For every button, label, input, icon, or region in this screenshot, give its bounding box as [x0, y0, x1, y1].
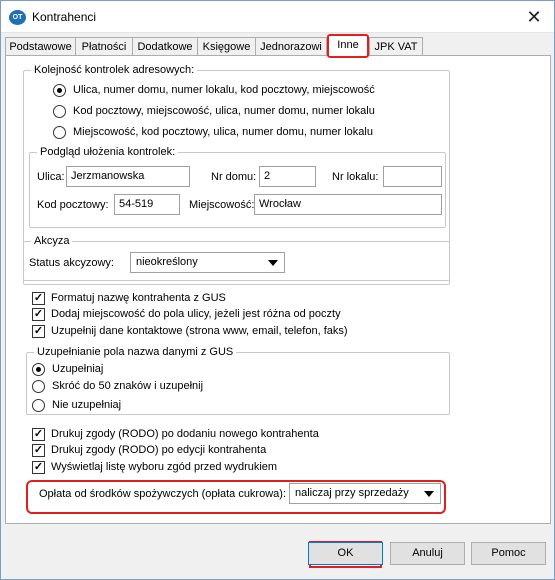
ok-button[interactable]: OK [308, 542, 383, 565]
address-order-legend: Kolejność kontrolek adresowych: [31, 63, 198, 77]
checkbox-consent-list[interactable]: ✓ Wyświetlaj listę wyboru zgód przed wyd… [32, 459, 277, 475]
checkbox-label: Wyświetlaj listę wyboru zgód przed wydru… [51, 461, 278, 473]
checkmark-icon: ✓ [32, 443, 45, 457]
checkbox-label: Drukuj zgody (RODO) po dodaniu nowego ko… [51, 428, 319, 440]
help-button[interactable]: Pomoc [471, 542, 546, 565]
checkbox-rodo-after-add[interactable]: ✓ Drukuj zgody (RODO) po dodaniu nowego … [32, 426, 319, 442]
checkmark-icon: ✓ [32, 460, 45, 474]
radio-label: Uzupełniaj [52, 363, 104, 375]
checkbox-label: Uzupełnij dane kontaktowe (strona www, e… [51, 325, 348, 337]
postcode-field[interactable]: 54-519 [114, 194, 180, 215]
checkmark-icon: ✓ [32, 324, 45, 338]
checkbox-fill-contact-data[interactable]: ✓ Uzupełnij dane kontaktowe (strona www,… [32, 323, 348, 339]
title-bar: OT Kontrahenci ✕ [1, 1, 554, 33]
checkmark-icon: ✓ [32, 307, 45, 321]
checkmark-icon: ✓ [32, 291, 45, 305]
tab-platnosci[interactable]: Płatności [75, 37, 133, 56]
radio-gus-shorten[interactable]: Skróć do 50 znaków i uzupełnij [32, 378, 203, 394]
tab-strip: Podstawowe Płatności Dodatkowe Księgowe … [5, 34, 555, 58]
checkbox-label: Formatuj nazwę kontrahenta z GUS [51, 292, 226, 304]
tab-dodatkowe[interactable]: Dodatkowe [132, 37, 198, 56]
radio-empty-icon [53, 125, 66, 139]
close-icon[interactable]: ✕ [522, 5, 546, 29]
street-label: Ulica: [37, 171, 65, 183]
sugar-fee-select[interactable]: naliczaj przy sprzedaży [289, 483, 441, 504]
radio-empty-icon [53, 104, 66, 118]
apartment-number-field[interactable] [383, 166, 442, 187]
gus-name-legend: Uzupełnianie pola nazwa danymi z GUS [34, 345, 237, 359]
cancel-button[interactable]: Anuluj [390, 542, 465, 565]
postcode-label: Kod pocztowy: [37, 199, 109, 211]
tab-jednorazowi[interactable]: Jednorazowi [255, 37, 327, 56]
chevron-down-icon [424, 491, 434, 497]
tab-panel-inne: Kolejność kontrolek adresowych: Ulica, n… [5, 55, 551, 524]
radio-label: Skróć do 50 znaków i uzupełnij [52, 380, 204, 392]
tab-podstawowe[interactable]: Podstawowe [5, 37, 76, 56]
excise-legend: Akcyza [31, 234, 73, 248]
radio-selected-icon [32, 362, 45, 376]
window-title: Kontrahenci [32, 10, 97, 24]
radio-empty-icon [32, 398, 45, 412]
house-number-label: Nr domu: [211, 171, 257, 183]
tab-ksiegowe[interactable]: Księgowe [197, 37, 256, 56]
radio-label: Kod pocztowy, miejscowość, ulica, numer … [73, 105, 375, 117]
app-icon: OT [9, 10, 26, 25]
radio-address-order-2[interactable]: Kod pocztowy, miejscowość, ulica, numer … [53, 103, 375, 119]
city-label: Miejscowość: [189, 199, 255, 211]
street-field[interactable]: Jerzmanowska [66, 166, 190, 187]
radio-empty-icon [32, 379, 45, 393]
excise-status-value: nieokreślony [136, 256, 198, 268]
checkbox-label: Dodaj miejscowość do pola ulicy, jeżeli … [51, 308, 341, 320]
preview-legend: Podgląd ułożenia kontrolek: [37, 145, 179, 159]
tab-inne[interactable]: Inne [327, 34, 369, 58]
kontrahenci-dialog: OT Kontrahenci ✕ Podstawowe Płatności Do… [0, 0, 555, 580]
sugar-fee-value: naliczaj przy sprzedaży [295, 487, 409, 499]
radio-gus-none[interactable]: Nie uzupełniaj [32, 397, 121, 413]
tab-jpk-vat[interactable]: JPK VAT [369, 37, 423, 56]
radio-address-order-3[interactable]: Miejscowość, kod pocztowy, ulica, numer … [53, 124, 373, 140]
excise-status-label: Status akcyzowy: [29, 257, 114, 269]
chevron-down-icon [268, 260, 278, 266]
sugar-fee-label: Opłata od środków spożywczych (opłata cu… [39, 488, 286, 500]
checkmark-icon: ✓ [32, 427, 45, 441]
radio-label: Ulica, numer domu, numer lokalu, kod poc… [73, 84, 375, 96]
house-number-field[interactable]: 2 [259, 166, 316, 187]
city-field[interactable]: Wrocław [254, 194, 442, 215]
checkbox-rodo-after-edit[interactable]: ✓ Drukuj zgody (RODO) po edycji kontrahe… [32, 442, 266, 458]
apartment-number-label: Nr lokalu: [332, 171, 379, 183]
preview-group: Podgląd ułożenia kontrolek: [29, 145, 446, 228]
excise-status-select[interactable]: nieokreślony [130, 252, 285, 273]
radio-address-order-1[interactable]: Ulica, numer domu, numer lokalu, kod poc… [53, 82, 375, 98]
radio-selected-icon [53, 83, 66, 97]
checkbox-format-gus-name[interactable]: ✓ Formatuj nazwę kontrahenta z GUS [32, 290, 226, 306]
radio-gus-fill[interactable]: Uzupełniaj [32, 361, 103, 377]
radio-label: Miejscowość, kod pocztowy, ulica, numer … [73, 126, 373, 138]
radio-label: Nie uzupełniaj [52, 399, 122, 411]
checkbox-add-city-to-street[interactable]: ✓ Dodaj miejscowość do pola ulicy, jeżel… [32, 306, 341, 322]
checkbox-label: Drukuj zgody (RODO) po edycji kontrahent… [51, 444, 267, 456]
